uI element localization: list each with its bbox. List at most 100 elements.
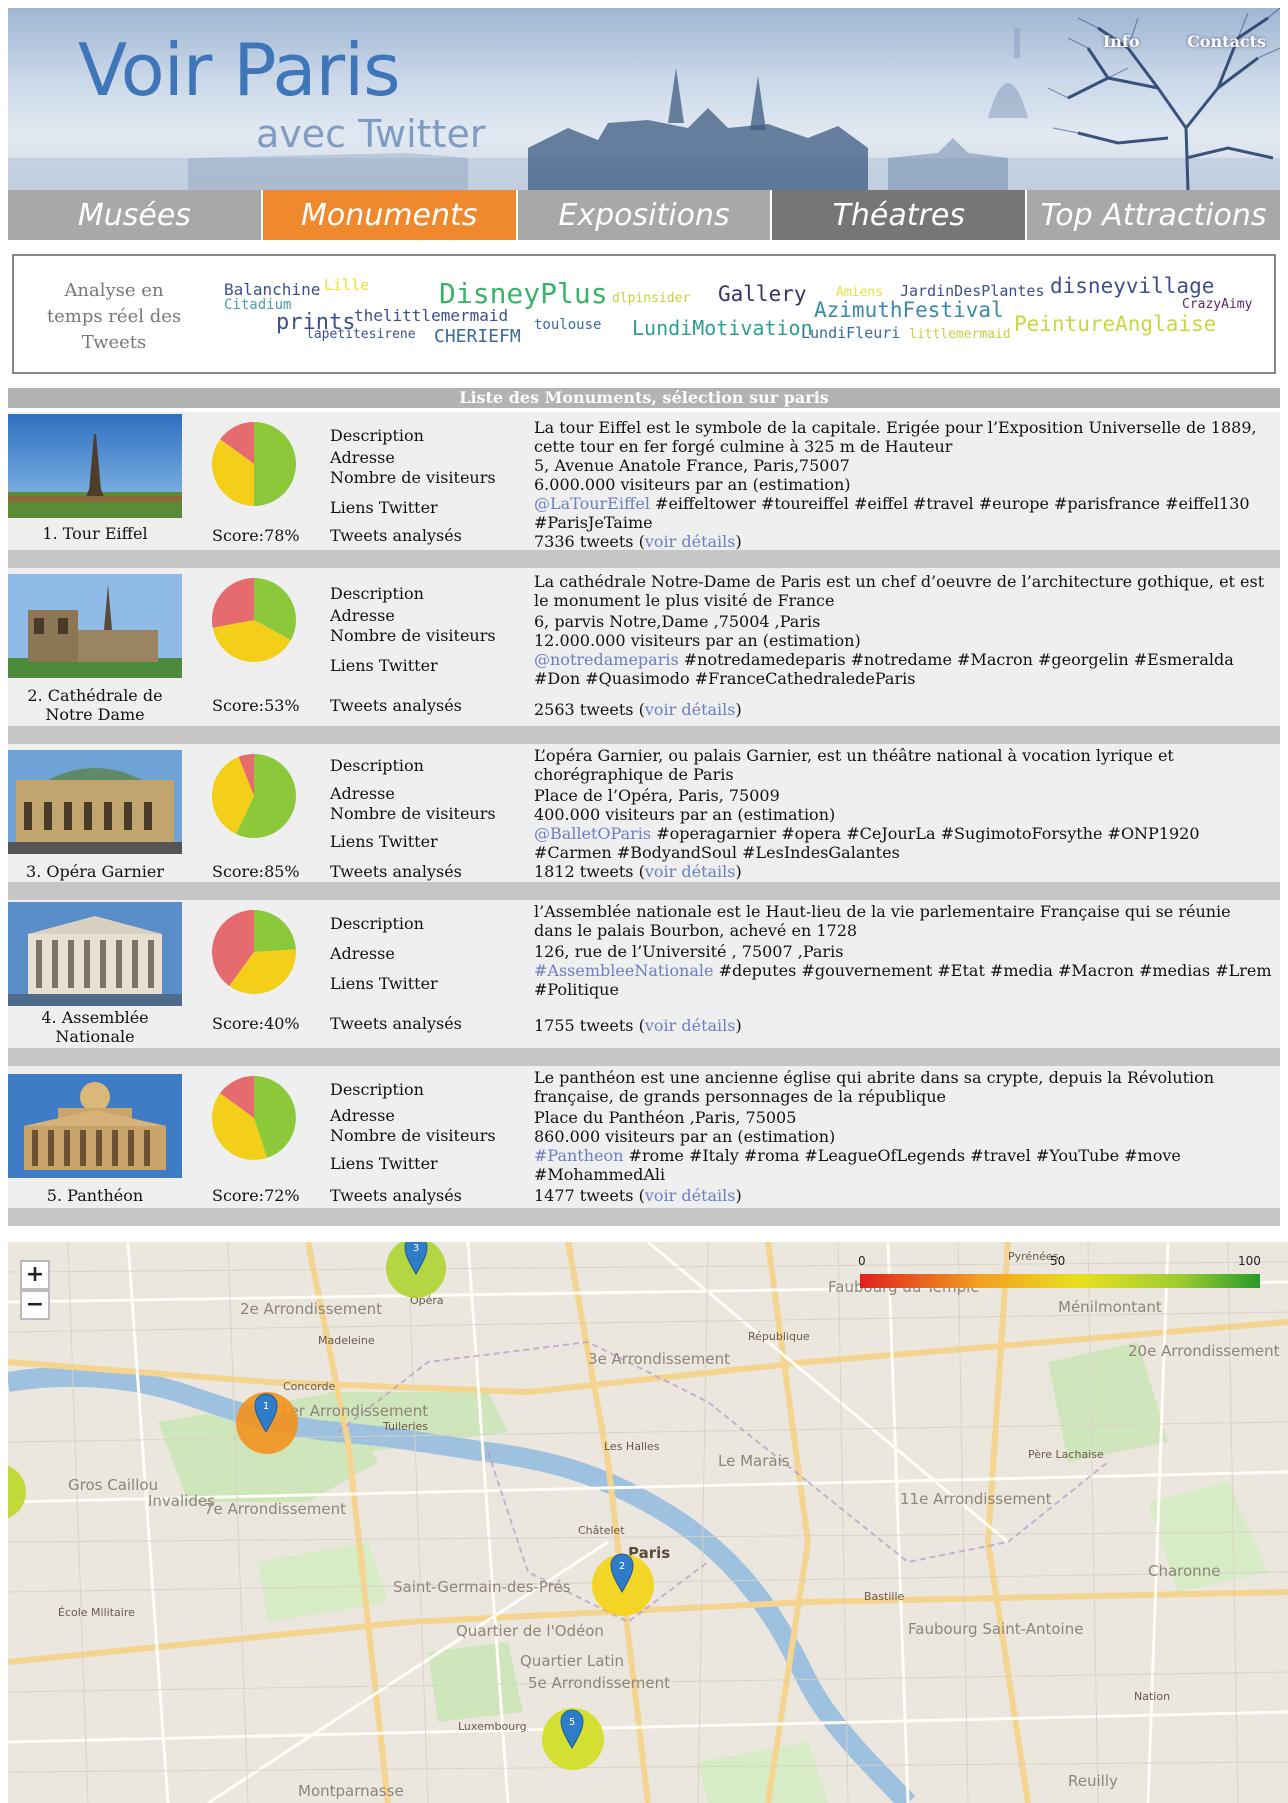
pie-slice [254,422,296,506]
cloud-word[interactable]: LundiMotivation [632,318,813,338]
cloud-word[interactable]: PeintureAnglaise [1014,314,1216,335]
tab-musees[interactable]: Musées [8,190,263,240]
monument-photo[interactable] [8,750,182,854]
monument-description: La tour Eiffel est le symbole de la capi… [534,418,1257,456]
map-label: 3e Arrondissement [588,1350,731,1368]
tab-top-attractions[interactable]: Top Attractions [1027,190,1280,240]
cloud-word[interactable]: Gallery [718,284,807,305]
monument-tweet-count: 7336 tweets (voir détails) [534,532,742,551]
monument-name: 4. Assemblée Nationale [41,1008,149,1046]
details-link[interactable]: voir détails [645,700,736,719]
monument-score: Score:53% [212,696,300,715]
map-label: 2e Arrondissement [240,1300,383,1318]
score-color-legend: 0 50 100 [858,1252,1261,1292]
monument-twitter-links: #AssembleeNationale #deputes #gouverneme… [534,961,1274,999]
monument-score: Score:78% [212,526,300,545]
monument-address: 126, rue de l’Université , 75007 ,Paris [534,942,844,961]
row-separator [8,1048,1280,1066]
monument-photo[interactable] [8,1074,182,1178]
label-liens-twitter: Liens Twitter [330,832,438,851]
label-description: Description [330,1080,424,1099]
map[interactable]: 1er Arrondissement 2e Arrondissement 3e … [8,1242,1288,1803]
tab-theatres[interactable]: Théatres [772,190,1028,240]
sentiment-pie-chart [211,753,296,838]
map-label: 20e Arrondissement [1128,1342,1280,1360]
category-nav: Musées Monuments Expositions Théatres To… [8,190,1280,240]
monument-row: 5. Panthéon Score:72% Description Adresse No… [8,1066,1280,1208]
details-link[interactable]: voir détails [645,532,736,551]
pin-number: 3 [413,1243,419,1254]
cloud-word[interactable]: CrazyAimy [1182,298,1252,311]
map-label: Concorde [283,1380,336,1393]
monument-description: l’Assemblée nationale est le Haut-lieu d… [534,902,1231,940]
map-pin-icon[interactable]: 2 [610,1552,634,1594]
details-link[interactable]: voir détails [645,862,736,881]
cloud-word[interactable]: Balanchine [224,282,320,298]
map-label: Saint-Germain-des-Prés [393,1578,571,1596]
pie-slice [211,577,254,628]
cloud-word[interactable]: JardinDesPlantes [900,284,1045,299]
twitter-account-link[interactable]: #AssembleeNationale [534,961,713,980]
twitter-account-link[interactable]: #Pantheon [534,1146,623,1165]
map-label: 1er Arrondissement [280,1402,429,1420]
cloud-word[interactable]: DisneyPlus [439,280,608,308]
cloud-word[interactable]: toulouse [534,318,601,332]
map-label: 5e Arrondissement [528,1674,671,1692]
map-pin-icon[interactable]: 1 [254,1392,278,1434]
pie-slice [254,910,296,952]
monument-photo[interactable] [8,902,182,1006]
label-adresse: Adresse [330,448,395,467]
monument-tweet-count: 1812 tweets (voir détails) [534,862,742,881]
twitter-account-link[interactable]: @BalletOParis [534,824,651,843]
row-separator [8,726,1280,744]
cloud-word[interactable]: disneyvillage [1050,276,1214,297]
tab-expositions[interactable]: Expositions [517,190,773,240]
map-pin-icon[interactable]: 3 [404,1242,428,1276]
zoom-out-button[interactable]: − [20,1290,50,1320]
monument-row: 3. Opéra Garnier Score:85% Description Adre… [8,744,1280,882]
monument-row: 2. Cathédrale de Notre Dame Score:53% Desc… [8,568,1280,726]
details-link[interactable]: voir détails [645,1016,736,1035]
map-label: Reuilly [1068,1772,1118,1790]
cloud-word[interactable]: lapetitesirene [306,328,416,341]
monument-tweet-count: 2563 tweets (voir détails) [534,700,742,719]
cloud-word[interactable]: CHERIEFM [434,328,521,346]
cloud-word[interactable]: LundiFleuri [801,326,900,341]
cloud-word[interactable]: dlpinsider [612,292,690,305]
label-tweets: Tweets analysés [330,526,462,545]
cloud-word[interactable]: AzimuthFestival [814,300,1004,321]
cloud-word[interactable]: Lille [324,278,369,293]
monument-score: Score:85% [212,862,300,881]
map-label: Ménilmontant [1058,1298,1162,1316]
label-description: Description [330,426,424,445]
zoom-in-button[interactable]: + [20,1260,50,1290]
monument-visitors: 6.000.000 visiteurs par an (estimation) [534,475,851,494]
monument-description: Le panthéon est une ancienne église qui … [534,1068,1215,1106]
map-label: Nation [1134,1690,1171,1703]
info-link[interactable]: Info [1103,32,1140,51]
cloud-word[interactable]: littlemermaid [909,328,1011,341]
map-label: 11e Arrondissement [900,1490,1052,1508]
monument-tweet-count: 1755 tweets (voir détails) [534,1016,742,1035]
label-adresse: Adresse [330,784,395,803]
tab-monuments[interactable]: Monuments [262,190,518,240]
twitter-account-link[interactable]: @LaTourEiffel [534,494,650,513]
monument-photo[interactable] [8,414,182,518]
map-label: Bastille [864,1590,905,1603]
monument-visitors: 860.000 visiteurs par an (estimation) [534,1127,836,1146]
map-pin-icon[interactable]: 5 [560,1708,584,1750]
twitter-account-link[interactable]: @notredameparis [534,650,679,669]
cloud-word[interactable]: thelittlemermaid [354,308,508,324]
label-adresse: Adresse [330,1106,395,1125]
label-visiteurs: Nombre de visiteurs [330,626,496,645]
label-tweets: Tweets analysés [330,1186,462,1205]
details-link[interactable]: voir détails [645,1186,736,1205]
label-adresse: Adresse [330,944,395,963]
cloud-caption: Analyse en temps réel des Tweets [46,280,182,353]
map-label: Gros Caillou [68,1476,159,1494]
monument-photo[interactable] [8,574,182,678]
monument-score: Score:40% [212,1014,300,1033]
contacts-link[interactable]: Contacts [1187,32,1266,51]
tweet-count: 7336 tweets [534,532,634,551]
monument-tweet-count: 1477 tweets (voir détails) [534,1186,742,1205]
